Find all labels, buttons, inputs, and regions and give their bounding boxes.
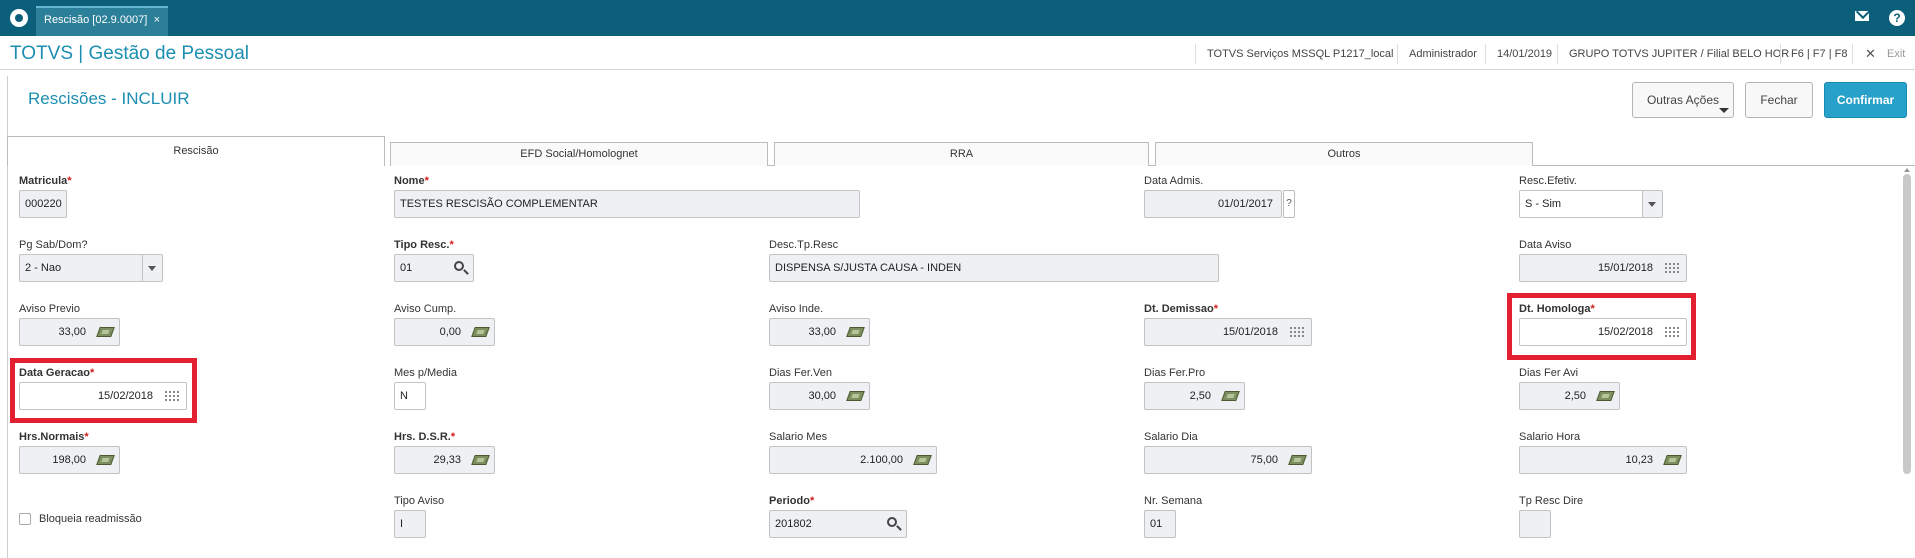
hrs-dsr-label: Hrs. D.S.R.* <box>394 431 456 443</box>
salario-hora-field[interactable]: 10,23 <box>1519 446 1687 474</box>
data-aviso-label: Data Aviso <box>1519 239 1572 251</box>
nome-label: Nome* <box>394 175 429 187</box>
environment-info: TOTVS Serviços MSSQL P1217_local <box>1207 48 1394 60</box>
aviso-previo-field[interactable]: 33,00 <box>19 318 120 346</box>
tab-outros[interactable]: Outros <box>1155 142 1533 166</box>
aviso-cump-field[interactable]: 0,00 <box>394 318 495 346</box>
search-icon[interactable] <box>454 261 464 271</box>
dias-fer-pro-label: Dias Fer.Pro <box>1144 367 1206 379</box>
bloqueia-readmissao-checkbox[interactable] <box>19 513 31 525</box>
app-title: TOTVS | Gestão de Pessoal <box>10 43 250 64</box>
totvs-logo-icon[interactable] <box>10 9 28 27</box>
data-geracao-field[interactable]: 15/02/2018 <box>19 382 187 410</box>
dias-fer-pro-field[interactable]: 2,50 <box>1144 382 1245 410</box>
data-aviso-field[interactable]: 15/01/2018 <box>1519 254 1687 282</box>
salario-dia-field[interactable]: 75,00 <box>1144 446 1312 474</box>
close-tab-icon[interactable]: × <box>154 14 160 26</box>
desc-tp-resc-field[interactable]: DISPENSA S/JUSTA CAUSA - INDEN <box>769 254 1219 282</box>
salario-hora-label: Salario Hora <box>1519 431 1581 443</box>
tp-resc-dire-field[interactable] <box>1519 510 1551 538</box>
pg-sab-dom-select[interactable]: 2 - Nao <box>19 254 163 282</box>
search-icon[interactable] <box>887 517 897 527</box>
exit-label[interactable]: Exit <box>1887 48 1905 60</box>
tipo-resc-label: Tipo Resc.* <box>394 239 454 251</box>
tab-rescisao[interactable]: Rescisão <box>7 136 385 166</box>
tipo-resc-field[interactable]: 01 <box>394 254 474 282</box>
mail-icon[interactable] <box>1855 11 1869 21</box>
outras-acoes-button[interactable]: Outras Ações <box>1632 82 1734 118</box>
date-info: 14/01/2019 <box>1497 48 1553 60</box>
vertical-scrollbar[interactable] <box>1901 168 1913 558</box>
dias-fer-ven-label: Dias Fer.Ven <box>769 367 832 379</box>
scroll-up-icon[interactable] <box>1904 168 1910 172</box>
fechar-button[interactable]: Fechar <box>1745 82 1813 118</box>
matricula-field[interactable]: 000220 <box>19 190 67 218</box>
hrs-dsr-field[interactable]: 29,33 <box>394 446 495 474</box>
page-title: Rescisões - INCLUIR <box>28 89 190 108</box>
dropdown-arrow-icon[interactable] <box>142 255 162 281</box>
mes-media-label: Mes p/Media <box>394 367 457 379</box>
tab-rra[interactable]: RRA <box>774 142 1149 166</box>
help-icon[interactable]: ? <box>1889 10 1905 26</box>
data-admis-help-button[interactable]: ? <box>1283 190 1295 218</box>
desc-tp-resc-label: Desc.Tp.Resc <box>769 239 839 251</box>
top-bar: Rescisão [02.9.0007] × ? <box>0 0 1915 36</box>
resc-efetiv-label: Resc.Efetiv. <box>1519 175 1577 187</box>
mes-media-field[interactable]: N <box>394 382 426 410</box>
calendar-icon[interactable] <box>1290 327 1304 338</box>
window-tab-label: Rescisão [02.9.0007] <box>44 14 148 26</box>
hrs-normais-label: Hrs.Normais* <box>19 431 89 443</box>
dt-homologa-field[interactable]: 15/02/2018 <box>1519 318 1687 346</box>
matricula-label: Matricula* <box>19 175 72 187</box>
user-info: Administrador <box>1409 48 1477 60</box>
resc-efetiv-select[interactable]: S - Sim <box>1519 190 1663 218</box>
dias-fer-avi-field[interactable]: 2,50 <box>1519 382 1620 410</box>
tipo-aviso-label: Tipo Aviso <box>394 495 445 507</box>
data-admis-field[interactable]: 01/01/2017 <box>1144 190 1282 218</box>
salario-mes-field[interactable]: 2.100,00 <box>769 446 937 474</box>
periodo-field[interactable]: 201802 <box>769 510 907 538</box>
shortcut-keys[interactable]: F6 | F7 | F8 <box>1791 48 1847 60</box>
fechar-label: Fechar <box>1760 93 1798 107</box>
nome-field[interactable]: TESTES RESCISÃO COMPLEMENTAR <box>394 190 860 218</box>
salario-mes-label: Salario Mes <box>769 431 828 443</box>
aviso-inde-field[interactable]: 33,00 <box>769 318 870 346</box>
bloqueia-readmissao-label: Bloqueia readmissão <box>39 513 142 525</box>
aviso-inde-label: Aviso Inde. <box>769 303 824 315</box>
data-geracao-label: Data Geracao* <box>19 367 95 379</box>
tp-resc-dire-label: Tp Resc Dire <box>1519 495 1584 507</box>
dias-fer-avi-label: Dias Fer Avi <box>1519 367 1579 379</box>
nr-semana-field[interactable]: 01 <box>1144 510 1176 538</box>
pg-sab-dom-label: Pg Sab/Dom? <box>19 239 88 251</box>
dt-demissao-field[interactable]: 15/01/2018 <box>1144 318 1312 346</box>
chevron-down-icon <box>1719 108 1729 113</box>
nr-semana-label: Nr. Semana <box>1144 495 1203 507</box>
dt-homologa-label: Dt. Homologa* <box>1519 303 1595 315</box>
calendar-icon[interactable] <box>165 391 179 402</box>
aviso-previo-label: Aviso Previo <box>19 303 80 315</box>
title-bar: TOTVS | Gestão de Pessoal TOTVS Serviços… <box>0 36 1915 70</box>
dt-demissao-label: Dt. Demissao* <box>1144 303 1218 315</box>
dias-fer-ven-field[interactable]: 30,00 <box>769 382 870 410</box>
salario-dia-label: Salario Dia <box>1144 431 1198 443</box>
company-info: GRUPO TOTVS JUPITER / Filial BELO HOR <box>1569 48 1790 60</box>
hrs-normais-field[interactable]: 198,00 <box>19 446 120 474</box>
calendar-icon[interactable] <box>1665 327 1679 338</box>
window-tab[interactable]: Rescisão [02.9.0007] × <box>36 6 168 36</box>
periodo-label: Periodo* <box>769 495 815 507</box>
tab-efd-social[interactable]: EFD Social/Homolognet <box>390 142 768 166</box>
aviso-cump-label: Aviso Cump. <box>394 303 457 315</box>
data-admis-label: Data Admis. <box>1144 175 1204 187</box>
confirmar-label: Confirmar <box>1836 93 1895 107</box>
exit-icon[interactable]: ✕ <box>1865 46 1876 62</box>
tipo-aviso-field[interactable]: I <box>394 510 426 538</box>
outras-acoes-label: Outras Ações <box>1646 93 1720 107</box>
calendar-icon[interactable] <box>1665 263 1679 274</box>
confirmar-button[interactable]: Confirmar <box>1824 82 1907 118</box>
scroll-thumb[interactable] <box>1903 174 1911 474</box>
dropdown-arrow-icon[interactable] <box>1642 191 1662 217</box>
